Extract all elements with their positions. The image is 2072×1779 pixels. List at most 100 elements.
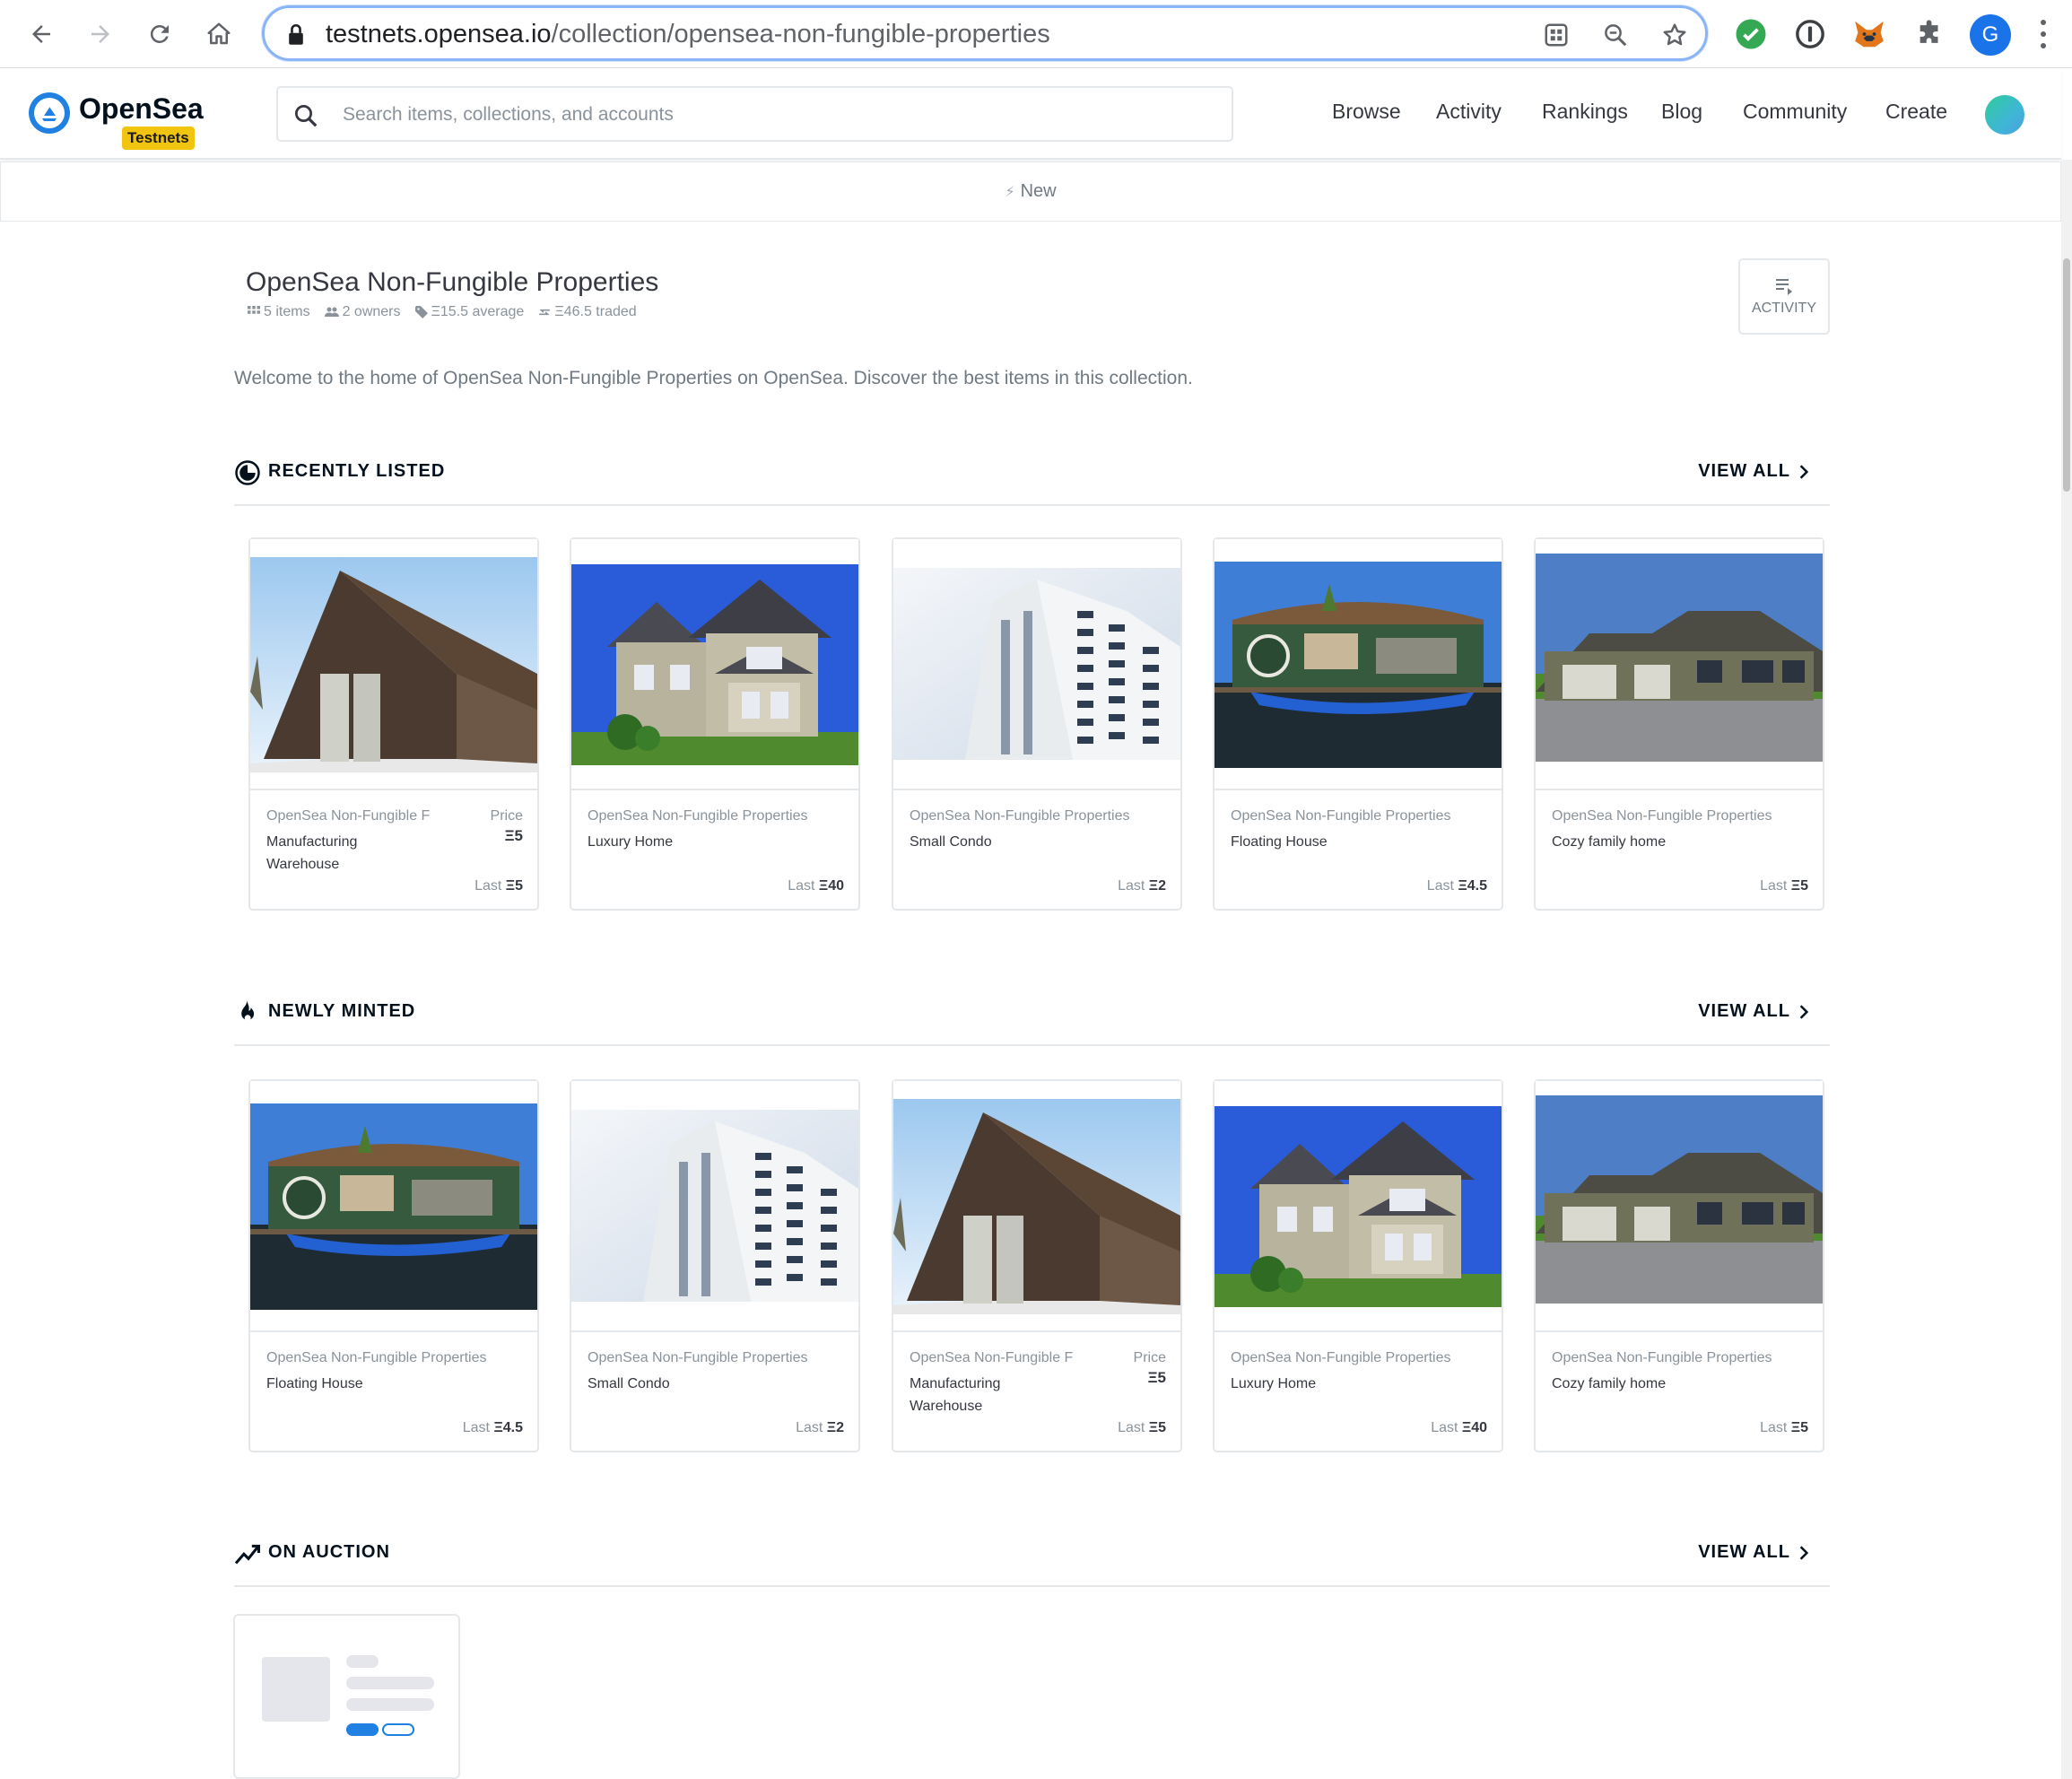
view-all-recently-listed-link[interactable]: VIEW ALL [1698, 461, 1810, 482]
search-icon [295, 105, 318, 127]
asset-image[interactable] [571, 539, 858, 790]
qr-code-icon[interactable] [1540, 19, 1572, 51]
bolt-icon: ⚡ [1005, 184, 1015, 200]
asset-collection-name[interactable]: OpenSea Non-Fungible Properties [910, 808, 1129, 824]
collection-description: Welcome to the home of OpenSea Non-Fungi… [234, 368, 1193, 388]
new-tab-bar[interactable]: ⚡ New [0, 161, 2061, 222]
metamask-fox-icon[interactable] [1851, 16, 1887, 52]
extensions-puzzle-icon[interactable] [1912, 16, 1948, 52]
asset-card[interactable]: OpenSea Non-Fungible Properties Cozy fami… [1534, 1079, 1824, 1452]
bookmark-star-icon[interactable] [1658, 19, 1691, 51]
asset-collection-name[interactable]: OpenSea Non-Fungible Properties [266, 1350, 486, 1366]
asset-card[interactable]: OpenSea Non-Fungible Properties Luxury Ho… [1213, 1079, 1503, 1452]
asset-image[interactable] [893, 1081, 1180, 1332]
search-input[interactable] [343, 100, 1204, 129]
asset-name[interactable]: Cozy family home [1552, 831, 1666, 853]
extension-check-icon[interactable] [1733, 16, 1769, 52]
asset-name[interactable]: Small Condo [588, 1373, 670, 1395]
asset-collection-name[interactable]: OpenSea Non-Fungible Properties [588, 808, 807, 824]
asset-card[interactable]: OpenSea Non-Fungible Properties Floating … [1213, 537, 1503, 911]
asset-card[interactable]: OpenSea Non-Fungible Properties Small Con… [892, 537, 1182, 911]
url-text: testnets.opensea.io/collection/opensea-n… [326, 20, 1050, 48]
asset-collection-name[interactable]: OpenSea Non-Fungible Properties [1231, 1350, 1450, 1366]
nav-community[interactable]: Community [1743, 100, 1847, 124]
address-bar[interactable]: testnets.opensea.io/collection/opensea-n… [262, 5, 1708, 61]
last-sale: Last Ξ5 [474, 878, 523, 894]
section-on-auction: ON AUCTION VIEW ALL [234, 1537, 1830, 1573]
asset-name[interactable]: Floating House [266, 1373, 363, 1395]
last-sale-label: Last [1118, 878, 1145, 894]
asset-image[interactable] [1536, 539, 1823, 790]
asset-image[interactable] [1536, 1081, 1823, 1332]
asset-name[interactable]: Small Condo [910, 831, 992, 853]
scrollbar-thumb[interactable] [2063, 258, 2070, 492]
opensea-logo-icon[interactable] [29, 92, 70, 134]
activity-button[interactable]: ACTIVITY [1738, 258, 1830, 335]
trending-up-icon [234, 1544, 260, 1565]
last-sale: Last Ξ4.5 [1427, 878, 1487, 894]
asset-image[interactable] [1214, 1081, 1502, 1332]
section-divider [234, 504, 1830, 506]
stat-average: Ξ15.5 average [414, 304, 524, 320]
clock-icon [235, 460, 260, 485]
user-avatar[interactable] [1985, 95, 2024, 135]
brand-name[interactable]: OpenSea [79, 92, 204, 126]
search-bar[interactable] [276, 86, 1233, 142]
section-recently-listed: RECENTLY LISTED VIEW ALL [234, 456, 1830, 492]
page-scrollbar[interactable] [2061, 160, 2072, 1779]
asset-image[interactable] [571, 1081, 858, 1332]
asset-image[interactable] [893, 539, 1180, 790]
asset-card[interactable]: OpenSea Non-Fungible Properties Small Con… [570, 1079, 860, 1452]
people-icon [324, 307, 339, 317]
asset-name[interactable]: Floating House [1231, 831, 1328, 853]
forward-arrow-icon [91, 25, 109, 43]
collection-stats: 5 items 2 owners Ξ15.5 average Ξ46.5 tra… [248, 304, 637, 320]
chevron-right-icon [1799, 464, 1809, 479]
last-sale-value: Ξ2 [826, 1420, 844, 1435]
nav-create[interactable]: Create [1885, 100, 1947, 124]
browser-menu-icon[interactable] [2034, 16, 2052, 52]
asset-image[interactable] [1214, 539, 1502, 790]
asset-collection-name[interactable]: OpenSea Non-Fungible F [266, 808, 430, 824]
last-sale-value: Ξ5 [1790, 1420, 1808, 1435]
home-button[interactable] [197, 13, 240, 56]
asset-name[interactable]: Manufacturing Warehouse [910, 1373, 1035, 1417]
last-sale-value: Ξ40 [1461, 1420, 1487, 1435]
nav-activity[interactable]: Activity [1436, 100, 1502, 124]
asset-collection-name[interactable]: OpenSea Non-Fungible Properties [1552, 808, 1772, 824]
back-button[interactable] [20, 13, 63, 56]
asset-collection-name[interactable]: OpenSea Non-Fungible Properties [1552, 1350, 1772, 1366]
asset-image[interactable] [250, 1081, 537, 1332]
asset-name[interactable]: Luxury Home [588, 831, 673, 853]
view-all-on-auction-link[interactable]: VIEW ALL [1698, 1542, 1810, 1563]
nav-browse[interactable]: Browse [1332, 100, 1401, 124]
asset-card[interactable]: OpenSea Non-Fungible F Manufacturing Ware… [248, 537, 539, 911]
asset-card[interactable]: OpenSea Non-Fungible Properties Floating … [248, 1079, 539, 1452]
asset-card[interactable]: OpenSea Non-Fungible Properties Cozy fami… [1534, 537, 1824, 911]
asset-card[interactable]: OpenSea Non-Fungible Properties Luxury Ho… [570, 537, 860, 911]
forward-button[interactable] [79, 13, 122, 56]
asset-collection-name[interactable]: OpenSea Non-Fungible Properties [1231, 808, 1450, 824]
asset-collection-name[interactable]: OpenSea Non-Fungible F [910, 1350, 1073, 1366]
asset-name[interactable]: Manufacturing Warehouse [266, 831, 392, 876]
view-all-newly-minted-link[interactable]: VIEW ALL [1698, 1001, 1810, 1022]
reload-button[interactable] [138, 13, 181, 56]
asset-image[interactable] [250, 539, 537, 790]
browser-profile-avatar[interactable]: G [1970, 14, 2011, 56]
nav-rankings[interactable]: Rankings [1542, 100, 1628, 124]
asset-name[interactable]: Cozy family home [1552, 1373, 1666, 1395]
back-arrow-icon [32, 25, 50, 43]
extension-info-icon[interactable] [1792, 16, 1828, 52]
asset-name[interactable]: Luxury Home [1231, 1373, 1316, 1395]
last-sale: Last Ξ40 [788, 878, 844, 894]
zoom-icon[interactable] [1599, 19, 1632, 51]
last-sale-value: Ξ5 [505, 878, 523, 894]
asset-collection-name[interactable]: OpenSea Non-Fungible Properties [588, 1350, 807, 1366]
last-sale-label: Last [1431, 1420, 1458, 1435]
asset-card[interactable]: OpenSea Non-Fungible F Manufacturing Ware… [892, 1079, 1182, 1452]
skeleton-image [262, 1657, 330, 1722]
collection-title: OpenSea Non-Fungible Properties [246, 267, 659, 297]
nav-blog[interactable]: Blog [1661, 100, 1702, 124]
site-header: OpenSea Testnets Browse Activity Ranking… [0, 69, 2061, 160]
last-sale-value: Ξ5 [1148, 1420, 1166, 1435]
